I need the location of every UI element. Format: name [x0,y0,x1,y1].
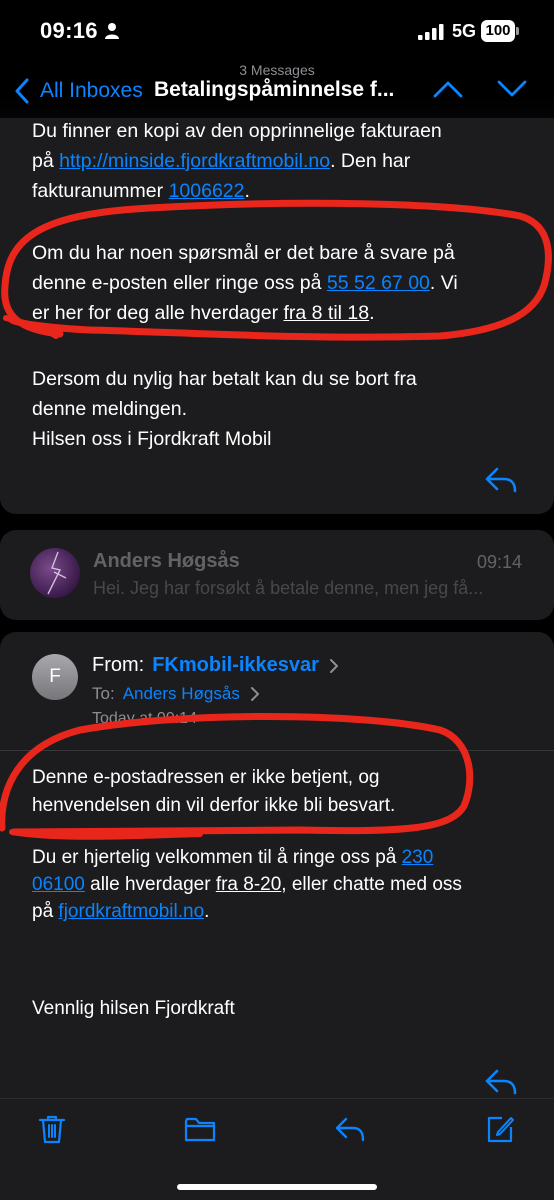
battery-icon: 100 [481,20,519,42]
to-row[interactable]: To: Anders Høgsås [92,684,260,704]
text-line: Denne e-postadressen er ikke betjent, og [32,767,380,788]
divider [0,750,554,751]
website-link[interactable]: fjordkraftmobil.no [58,901,204,922]
invoice-number-link[interactable]: 1006622 [169,180,245,202]
signature: Vennlig hilsen Fjordkraft [32,998,235,1019]
text-line: . [204,901,210,922]
text-line: Om du har noen spørsmål er det bare å sv… [32,242,455,264]
from-sender[interactable]: FKmobil-ikkesvar [152,654,319,677]
chevron-left-icon [15,78,29,104]
text-line: Du er hjertelig velkommen til å ringe os… [32,847,402,868]
text-line: fakturanummer [32,180,169,202]
folder-icon[interactable] [184,1113,216,1145]
text-line: er her for deg alle hverdager [32,302,284,324]
message3-paragraph-2: Du er hjertelig velkommen til å ringe os… [32,844,532,925]
status-time: 09:16 [40,18,98,43]
from-row[interactable]: From: FKmobil-ikkesvar [92,654,339,677]
person-icon [105,23,119,39]
hours-detected-text[interactable]: fra 8 til 18 [283,302,369,324]
text-line: . [244,180,250,202]
message1-paragraph-1: Du finner en kopi av den opprinnelige fa… [32,116,532,206]
text-line: på [32,150,60,172]
message3-paragraph-1: Denne e-postadressen er ikke betjent, og… [32,764,532,820]
chevron-right-icon [329,658,338,673]
message-preview: Hei. Jeg har forsøkt å betale denne, men… [93,578,484,598]
status-bar: 09:16 5G 100 [0,0,554,60]
message-card-2-collapsed[interactable]: Anders Høgsås 09:14 Hei. Jeg har forsøkt… [0,530,554,620]
network-label: 5G [452,21,477,41]
sender-name: Anders Høgsås [93,550,240,572]
message-card-3[interactable]: F From: FKmobil-ikkesvar To: Anders Høgs… [0,632,554,1102]
back-label: All Inboxes [40,79,143,102]
chevron-down-icon[interactable] [496,78,528,100]
navigation-bar: 3 Messages All Inboxes Betalingspåminnel… [0,60,554,118]
message-time: 09:14 [476,552,522,572]
avatar: F [32,654,78,700]
chevron-right-icon [250,687,259,701]
lightning-photo [47,551,67,595]
text-line: alle hverdager [84,874,216,895]
text-line: Du finner en kopi av den opprinnelige fa… [32,120,442,142]
signal-icon [418,24,444,40]
message1-paragraph-3: Dersom du nylig har betalt kan du se bor… [32,364,532,454]
from-label: From: [92,654,145,676]
to-recipient[interactable]: Anders Høgsås [123,684,240,704]
text-line: . Vi [429,272,458,294]
battery-level: 100 [481,20,515,42]
text-line: . Den har [330,150,411,172]
avatar [30,548,80,598]
text-line: Dersom du nylig har betalt kan du se bor… [32,368,417,390]
text-line: denne e-posten eller ringe oss på [32,272,327,294]
home-indicator [177,1184,377,1190]
text-line: denne meldingen. [32,398,188,420]
phone-link[interactable]: 55 52 67 00 [327,272,430,294]
text-line: Hilsen oss i Fjordkraft Mobil [32,428,272,450]
text-line: på [32,901,59,922]
compose-icon[interactable] [484,1113,516,1145]
text-line: , eller chatte med oss [281,874,462,895]
text-line: henvendelsen din vil derfor ikke bli bes… [32,795,396,816]
thread-title: Betalingspåminnelse f... [154,78,395,101]
phone-link[interactable]: 06100 [32,874,85,895]
to-label: To: [92,684,115,703]
minside-link[interactable]: http://minside.fjordkraftmobil.no [59,150,330,172]
message1-paragraph-2: Om du har noen spørsmål er det bare å sv… [32,238,532,328]
reply-icon[interactable] [334,1113,366,1145]
back-button[interactable]: All Inboxes [14,76,143,106]
message-date: Today at 09:14 [92,710,197,727]
reply-icon[interactable] [484,1068,518,1096]
reply-icon[interactable] [484,466,518,494]
phone-link[interactable]: 230 [402,847,434,868]
hours-detected-text[interactable]: fra 8-20 [216,874,281,895]
message-card-1[interactable]: Du finner en kopi av den opprinnelige fa… [0,90,554,514]
trash-icon[interactable] [36,1113,68,1145]
chevron-up-icon[interactable] [432,78,464,100]
text-line: . [369,302,375,324]
battery-nub [516,27,519,35]
